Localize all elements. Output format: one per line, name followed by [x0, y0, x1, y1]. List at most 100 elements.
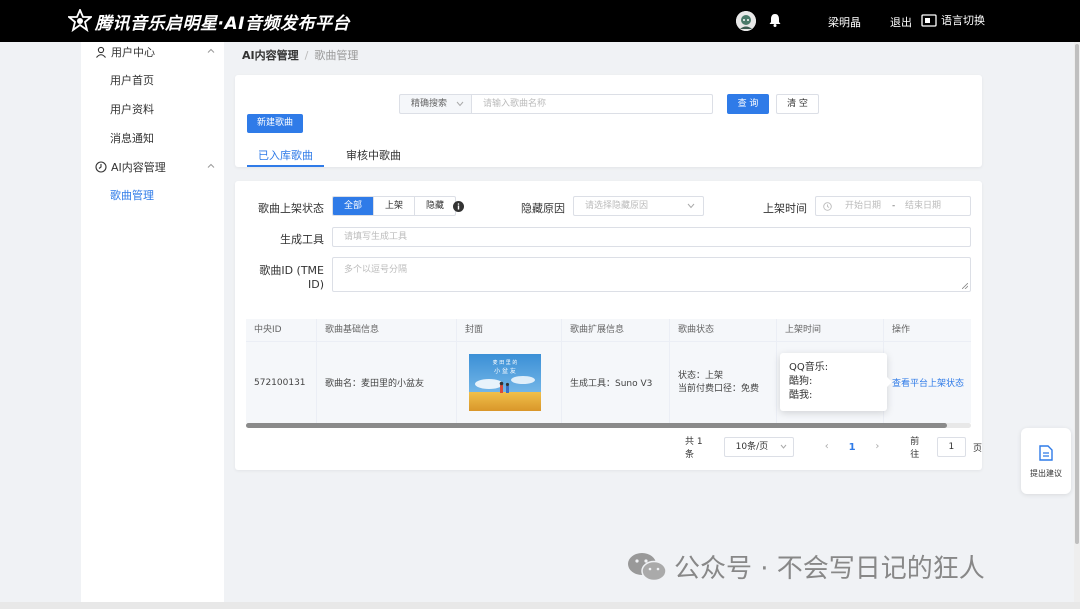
- scrollbar-thumb[interactable]: [246, 423, 947, 428]
- page-vertical-scrollbar[interactable]: [1074, 42, 1080, 602]
- sidebar-item-song-management[interactable]: 歌曲管理: [81, 181, 224, 210]
- logo[interactable]: 腾讯音乐启明星·AI音频发布平台: [68, 9, 350, 34]
- col-publish-time: 上架时间: [777, 319, 884, 341]
- platform-kuwo: 酷我:: [789, 390, 813, 401]
- breadcrumb-separator: /: [304, 49, 309, 62]
- language-label: 语言切换: [941, 14, 985, 27]
- col-basic-info: 歌曲基础信息: [317, 319, 457, 341]
- query-button[interactable]: 查 询: [727, 94, 769, 114]
- user-avatar[interactable]: [736, 11, 756, 31]
- goto-label: 前往: [910, 437, 920, 460]
- watermark-text: 公众号 · 不会写日记的狂人: [674, 554, 985, 584]
- col-status: 歌曲状态: [670, 319, 777, 341]
- suggest-button[interactable]: 提出建议: [1021, 428, 1071, 494]
- date-separator: -: [892, 201, 896, 211]
- start-date-input[interactable]: 开始日期: [845, 197, 881, 215]
- payment-line: 当前付费口径：免费: [678, 383, 760, 394]
- top-bar: 腾讯音乐启明星·AI音频发布平台 梁明晶 退出 语言切换: [0, 0, 1080, 42]
- chevron-up-icon: [207, 163, 215, 168]
- table-horizontal-scrollbar[interactable]: [246, 423, 971, 428]
- sidebar-group-ai-content[interactable]: AI内容管理: [81, 153, 224, 181]
- pagination: 共 1 条 10条/页 ‹ 1 › 前往 1 页: [685, 437, 982, 460]
- page-size-value: 10条/页: [735, 442, 769, 452]
- tab-reviewing-songs[interactable]: 审核中歌曲: [346, 143, 412, 167]
- song-id-label: 歌曲ID (TME ID): [259, 264, 324, 291]
- prev-page-icon[interactable]: ‹: [821, 441, 833, 453]
- breadcrumb-current: 歌曲管理: [314, 49, 359, 62]
- publish-platforms-popover: QQ音乐: 酷狗: 酷我:: [780, 353, 892, 411]
- sidebar: 用户中心 用户首页 用户资料 消息通知 AI内容管理 歌曲管理: [81, 42, 224, 602]
- search-card: 精确搜索 请输入歌曲名称 查 询 清 空 新建歌曲 已入库歌曲 审核中歌曲: [235, 75, 982, 167]
- status-filter-label: 歌曲上架状态: [258, 202, 324, 215]
- cover-image[interactable]: 麦 田 里 的 小 盆 友: [469, 354, 541, 411]
- new-song-button[interactable]: 新建歌曲: [247, 114, 303, 133]
- status-segmented: 全部 上架 隐藏: [332, 196, 457, 216]
- chevron-down-icon: [780, 444, 787, 449]
- chevron-up-icon: [207, 48, 215, 53]
- sidebar-item-notifications[interactable]: 消息通知: [81, 124, 224, 153]
- sidebar-item-user-home[interactable]: 用户首页: [81, 66, 224, 95]
- app-title: 腾讯音乐启明星·AI音频发布平台: [95, 13, 350, 34]
- chevron-down-icon: [456, 101, 464, 107]
- cell-basic-info: 歌曲名：麦田里的小盆友: [317, 342, 457, 423]
- platform-kugou: 酷狗:: [789, 376, 813, 387]
- status-option-all[interactable]: 全部: [333, 197, 374, 215]
- sidebar-group-label: 用户中心: [111, 46, 155, 59]
- goto-page-input[interactable]: 1: [936, 437, 966, 457]
- col-central-id: 中央ID: [246, 319, 317, 341]
- song-id-textarea[interactable]: 多个以逗号分隔: [332, 257, 971, 292]
- document-icon: [1039, 445, 1053, 461]
- end-date-input[interactable]: 结束日期: [905, 197, 941, 215]
- page-size-select[interactable]: 10条/页: [723, 437, 794, 457]
- search-input[interactable]: 请输入歌曲名称: [471, 94, 713, 114]
- clock-icon: [95, 161, 107, 173]
- logout-link[interactable]: 退出: [890, 14, 912, 30]
- page-horizontal-scrollbar[interactable]: [0, 602, 1080, 609]
- tab-stored-songs[interactable]: 已入库歌曲: [247, 143, 324, 167]
- sidebar-item-user-profile[interactable]: 用户资料: [81, 95, 224, 124]
- cell-central-id: 572100131: [246, 342, 317, 423]
- filter-table-card: 歌曲上架状态 全部 上架 隐藏 隐藏原因 请选择隐藏原因 上架时间 开始日期 -…: [235, 181, 982, 470]
- cell-status: 状态：上架 当前付费口径：免费: [670, 342, 777, 423]
- avatar-icon: [736, 11, 756, 31]
- next-page-icon[interactable]: ›: [872, 441, 884, 453]
- info-icon[interactable]: [453, 201, 464, 212]
- scrollbar-thumb[interactable]: [1075, 44, 1079, 544]
- song-tabs: 已入库歌曲 审核中歌曲: [247, 143, 434, 167]
- status-option-hidden[interactable]: 隐藏: [414, 197, 455, 215]
- page-unit-label: 页: [972, 443, 982, 454]
- status-option-listed[interactable]: 上架: [373, 197, 414, 215]
- status-line: 状态：上架: [678, 370, 724, 381]
- clear-button[interactable]: 清 空: [776, 94, 819, 114]
- tool-label: 生成工具: [280, 233, 324, 246]
- user-name[interactable]: 梁明晶: [828, 14, 861, 30]
- user-icon: [96, 46, 106, 58]
- wechat-icon: [628, 552, 667, 581]
- search-mode-value: 精确搜索: [411, 99, 448, 109]
- cell-actions: 查看平台上架状态: [884, 342, 971, 423]
- breadcrumb-parent[interactable]: AI内容管理: [242, 49, 299, 62]
- hide-reason-select[interactable]: 请选择隐藏原因: [573, 196, 704, 216]
- view-platform-status-link[interactable]: 查看平台上架状态: [892, 376, 964, 389]
- hide-reason-placeholder: 请选择隐藏原因: [585, 201, 649, 211]
- popover-arrow: [887, 377, 892, 387]
- cell-cover: 麦 田 里 的 小 盆 友: [457, 342, 562, 423]
- search-mode-select[interactable]: 精确搜索: [399, 94, 471, 114]
- language-switch[interactable]: 语言切换: [921, 12, 985, 28]
- publish-time-label: 上架时间: [763, 202, 807, 215]
- pagination-total: 共 1 条: [685, 437, 703, 460]
- tool-input[interactable]: 请填写生成工具: [332, 227, 971, 247]
- svg-text:小 盆 友: 小 盆 友: [494, 367, 516, 375]
- hide-reason-label: 隐藏原因: [521, 202, 565, 215]
- suggest-label: 提出建议: [1030, 469, 1062, 478]
- page-number[interactable]: 1: [849, 442, 856, 453]
- breadcrumb: AI内容管理 / 歌曲管理: [242, 47, 358, 63]
- bell-icon[interactable]: [767, 12, 783, 28]
- publish-date-range[interactable]: 开始日期 - 结束日期: [815, 196, 971, 216]
- table-header: 中央ID 歌曲基础信息 封面 歌曲扩展信息 歌曲状态 上架时间 操作: [246, 319, 971, 342]
- sidebar-group-user-center[interactable]: 用户中心: [81, 38, 224, 66]
- sidebar-group-label: AI内容管理: [111, 161, 166, 174]
- col-cover: 封面: [457, 319, 562, 341]
- resize-handle-icon[interactable]: [962, 283, 968, 289]
- svg-text:麦 田 里 的: 麦 田 里 的: [493, 359, 518, 366]
